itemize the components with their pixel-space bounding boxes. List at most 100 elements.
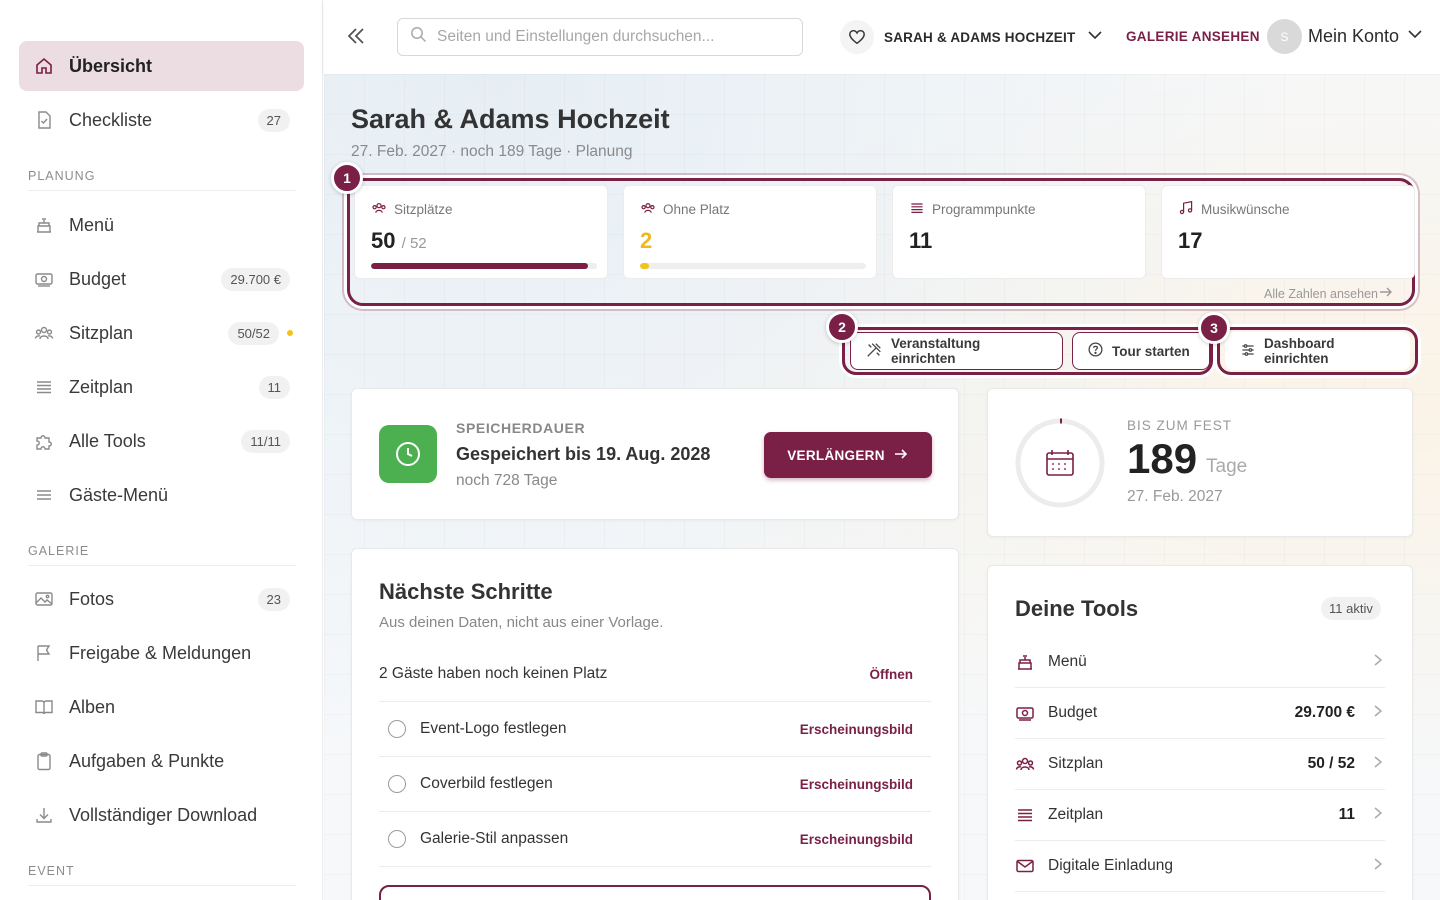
tool-row-zeitplan[interactable]: Zeitplan 11 bbox=[1015, 790, 1385, 841]
list-item[interactable]: Event-Logo festlegen Erscheinungsbild bbox=[379, 702, 931, 757]
chevron-right-icon bbox=[1373, 755, 1383, 774]
button-label: Dashboard einrichten bbox=[1264, 336, 1335, 366]
cake-icon bbox=[33, 214, 55, 236]
sidebar-item-uebersicht[interactable]: Übersicht bbox=[19, 41, 304, 91]
sidebar-item-aufgaben[interactable]: Aufgaben & Punkte bbox=[19, 736, 304, 786]
money-icon bbox=[33, 268, 55, 290]
stats-highlight: Sitzplätze 50 / 52 Ohne Platz 2 Programm… bbox=[347, 178, 1415, 306]
chevron-right-icon bbox=[1373, 857, 1383, 876]
extend-button[interactable]: VERLÄNGERN bbox=[764, 432, 932, 478]
sidebar-item-budget[interactable]: Budget 29.700 € bbox=[19, 254, 304, 304]
stat-label: Ohne Platz bbox=[663, 202, 730, 217]
step-action-link[interactable]: Erscheinungsbild bbox=[800, 777, 913, 792]
checklist-icon bbox=[33, 109, 55, 131]
tour-step-badge: 3 bbox=[1198, 312, 1230, 344]
tour-step-badge: 1 bbox=[331, 162, 363, 194]
setup-dashboard-button[interactable]: Dashboard einrichten bbox=[1225, 332, 1410, 370]
sidebar-item-download[interactable]: Vollständiger Download bbox=[19, 790, 304, 840]
countdown-kicker: BIS ZUM FEST bbox=[1127, 418, 1233, 433]
step-action-link[interactable]: Erscheinungsbild bbox=[800, 722, 913, 737]
count-badge: 11 bbox=[258, 375, 290, 399]
sidebar-item-label: Fotos bbox=[69, 588, 115, 609]
tool-row-budget[interactable]: Budget 29.700 € bbox=[1015, 688, 1385, 739]
schedule-icon bbox=[1015, 805, 1037, 825]
search-input[interactable] bbox=[437, 28, 797, 46]
list-item[interactable]: Galerie-Stil anpassen Erscheinungsbild bbox=[379, 812, 931, 867]
sidebar-item-label: Alben bbox=[69, 696, 116, 717]
sidebar-item-freigabe[interactable]: Freigabe & Meldungen bbox=[19, 628, 304, 678]
step-checkbox[interactable] bbox=[388, 775, 406, 793]
stat-card-ohne-platz[interactable]: Ohne Platz 2 bbox=[623, 185, 877, 279]
tool-row-menu[interactable]: Menü bbox=[1015, 637, 1385, 688]
search-box[interactable] bbox=[397, 18, 803, 56]
stat-card-sitzplaetze[interactable]: Sitzplätze 50 / 52 bbox=[354, 185, 608, 279]
sidebar-item-zeitplan[interactable]: Zeitplan 11 bbox=[19, 362, 304, 412]
schedule-icon bbox=[33, 376, 55, 398]
search-icon bbox=[410, 26, 427, 48]
tool-label: Menü bbox=[1048, 653, 1087, 670]
event-switcher[interactable]: SARAH & ADAMS HOCHZEIT bbox=[840, 18, 1103, 56]
section-heading-galerie: GALERIE bbox=[28, 544, 90, 558]
topbar: SARAH & ADAMS HOCHZEIT GALERIE ANSEHEN S… bbox=[324, 0, 1440, 74]
count-badge: 11/11 bbox=[241, 429, 290, 453]
home-icon bbox=[33, 55, 55, 77]
countdown-ring bbox=[1014, 417, 1106, 509]
open-checklist-button[interactable] bbox=[379, 885, 931, 900]
stat-label: Musikwünsche bbox=[1201, 202, 1290, 217]
sidebar-item-sitzplan[interactable]: Sitzplan 50/52 bbox=[19, 308, 304, 358]
sidebar-item-gaeste-menu[interactable]: Gäste-Menü bbox=[19, 470, 304, 520]
tool-value: 11 bbox=[1338, 806, 1355, 823]
start-tour-button[interactable]: Tour starten bbox=[1072, 332, 1210, 370]
step-checkbox[interactable] bbox=[388, 830, 406, 848]
stat-value: 17 bbox=[1178, 228, 1203, 253]
sidebar-item-alben[interactable]: Alben bbox=[19, 682, 304, 732]
count-badge: 50/52 bbox=[228, 321, 279, 345]
tool-row-sitzplan[interactable]: Sitzplan 50 / 52 bbox=[1015, 739, 1385, 790]
account-menu[interactable]: S Mein Konto bbox=[1267, 19, 1423, 54]
step-action-link[interactable]: Erscheinungsbild bbox=[800, 832, 913, 847]
sidebar-item-label: Übersicht bbox=[69, 55, 153, 76]
count-badge: 23 bbox=[257, 587, 290, 611]
collapse-sidebar-icon[interactable] bbox=[344, 24, 368, 53]
tools-title: Deine Tools bbox=[1015, 596, 1139, 621]
download-icon bbox=[33, 804, 55, 826]
chevron-right-icon bbox=[1373, 704, 1383, 723]
sidebar-item-alle-tools[interactable]: Alle Tools 11/11 bbox=[19, 416, 304, 466]
stat-total: / 52 bbox=[401, 235, 427, 252]
step-action-link[interactable]: Öffnen bbox=[870, 667, 914, 682]
chevron-right-icon bbox=[1373, 806, 1383, 825]
countdown-card: BIS ZUM FEST 189 Tage 27. Feb. 2027 bbox=[987, 388, 1413, 537]
setup-event-button[interactable]: Veranstaltung einrichten bbox=[850, 332, 1063, 370]
step-checkbox[interactable] bbox=[388, 720, 406, 738]
stat-card-musikwuensche[interactable]: Musikwünsche 17 bbox=[1161, 185, 1415, 279]
chevron-down-icon bbox=[1087, 27, 1103, 48]
book-icon bbox=[33, 696, 55, 718]
sidebar-item-checkliste[interactable]: Checkliste 27 bbox=[19, 95, 304, 145]
sidebar-item-label: Alle Tools bbox=[69, 430, 146, 451]
count-badge: 27 bbox=[257, 108, 290, 132]
chevron-right-icon bbox=[1373, 653, 1383, 672]
sidebar-item-menu[interactable]: Menü bbox=[19, 200, 304, 250]
all-numbers-link[interactable]: Alle Zahlen ansehen bbox=[1264, 286, 1394, 301]
sidebar-item-label: Menü bbox=[69, 214, 115, 235]
event-name: SARAH & ADAMS HOCHZEIT bbox=[884, 29, 1076, 45]
tool-value: 29.700 € bbox=[1294, 704, 1355, 721]
puzzle-icon bbox=[33, 430, 55, 452]
account-label: Mein Konto bbox=[1308, 26, 1400, 46]
sidebar: Übersicht Checkliste 27 PLANUNG Menü Bud… bbox=[0, 0, 323, 900]
divider bbox=[28, 565, 296, 566]
progress-fill bbox=[640, 263, 650, 269]
list-item[interactable]: Coverbild festlegen Erscheinungsbild bbox=[379, 757, 931, 812]
sidebar-item-fotos[interactable]: Fotos 23 bbox=[19, 574, 304, 624]
tool-row-digitale-einladung[interactable]: Digitale Einladung bbox=[1015, 841, 1385, 892]
stat-card-programmpunkte[interactable]: Programmpunkte 11 bbox=[892, 185, 1146, 279]
cake-icon bbox=[1015, 652, 1037, 672]
clock-icon bbox=[379, 425, 437, 483]
sidebar-item-label: Sitzplan bbox=[69, 322, 134, 343]
divider bbox=[28, 885, 296, 886]
list-item[interactable]: 2 Gäste haben noch keinen Platz Öffnen bbox=[379, 647, 931, 702]
avatar: S bbox=[1267, 19, 1302, 54]
button-label: Tour starten bbox=[1112, 343, 1190, 359]
heart-icon bbox=[840, 20, 874, 54]
view-gallery-link[interactable]: GALERIE ANSEHEN bbox=[1126, 29, 1260, 44]
